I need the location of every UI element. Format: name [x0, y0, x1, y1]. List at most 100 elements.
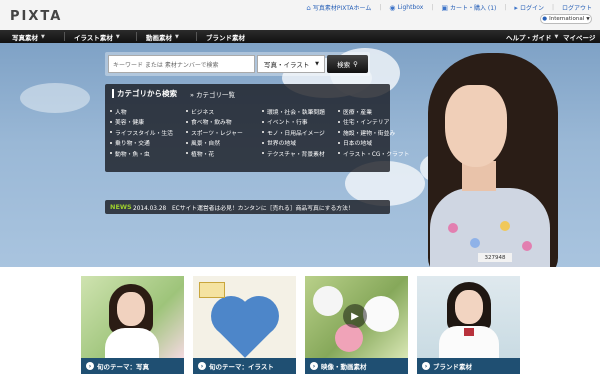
tile-seasonal-illust[interactable]: › 旬のテーマ：イラスト — [193, 276, 296, 374]
nav-divider — [196, 32, 197, 41]
nav-help[interactable]: ヘルプ・ガイド ▼ — [506, 30, 558, 43]
category-link[interactable]: 風景・自然 — [186, 138, 243, 149]
bullet-icon — [338, 141, 340, 144]
globe-icon: ● — [542, 16, 548, 22]
bullet-icon — [338, 120, 340, 123]
category-link[interactable]: 人物 — [110, 106, 173, 117]
category-link[interactable]: 食べ物・飲み物 — [186, 117, 243, 128]
chevron-down-icon: ▼ — [554, 33, 559, 40]
bullet-icon — [262, 152, 264, 155]
arrow-right-icon: › — [422, 362, 430, 370]
bullet-icon — [338, 152, 340, 155]
fathers-day-tag — [199, 282, 225, 298]
nav-video[interactable]: 動画素材 ▼ — [146, 30, 179, 43]
category-column: ビジネス 食べ物・飲み物 スポーツ・レジャー 風景・自然 植物・花 — [186, 106, 243, 159]
arrow-right-icon: › — [86, 362, 94, 370]
bullet-icon — [262, 110, 264, 113]
search-button[interactable]: 検索 ⚲ — [327, 55, 368, 73]
nav-brand[interactable]: ブランド素材 — [206, 30, 245, 43]
nav-photo[interactable]: 写真素材 ▼ — [12, 30, 45, 43]
category-link[interactable]: 環境・社会・執筆問題 — [262, 106, 325, 117]
bullet-icon — [262, 131, 264, 134]
flower-pattern — [500, 221, 510, 231]
cart-icon: ▣ — [441, 3, 448, 12]
tile-seasonal-photo[interactable]: › 旬のテーマ：写真 — [81, 276, 184, 374]
category-link[interactable]: 世界の地域 — [262, 138, 325, 149]
category-link[interactable]: スポーツ・レジャー — [186, 127, 243, 138]
category-column: 環境・社会・執筆問題 イベント・行事 モノ・日用品イメージ 世界の地域 テクスチ… — [262, 106, 325, 159]
search-input[interactable]: キーワード または 素材ナンバーで検索 — [108, 55, 255, 73]
flower-shape — [335, 324, 363, 352]
bullet-icon — [110, 110, 112, 113]
logout-link[interactable]: ログアウト — [562, 3, 592, 12]
tile-label: › 映像・動画素材 — [305, 358, 408, 374]
login-link[interactable]: ▸ ログイン — [514, 3, 544, 13]
tile-video[interactable]: ▶ › 映像・動画素材 — [305, 276, 408, 374]
category-link[interactable]: 美容・健康 — [110, 117, 173, 128]
flower-pattern — [470, 238, 480, 248]
category-link[interactable]: 医療・産業 — [338, 106, 409, 117]
category-link[interactable]: 植物・花 — [186, 148, 243, 159]
bullet-icon — [262, 141, 264, 144]
category-link[interactable]: モノ・日用品イメージ — [262, 127, 325, 138]
bullet-icon — [110, 152, 112, 155]
model-face — [455, 290, 483, 324]
category-all-link[interactable]: » カテゴリ一覧 — [190, 89, 235, 99]
chevron-down-icon: ▼ — [315, 61, 319, 67]
bullet-icon — [338, 131, 340, 134]
arrow-right-icon: › — [198, 362, 206, 370]
flower-shape — [313, 286, 343, 316]
category-link[interactable]: 日本の地域 — [338, 138, 409, 149]
separator: | — [431, 4, 434, 11]
main-nav: 写真素材 ▼ イラスト素材 ▼ 動画素材 ▼ ブランド素材 ヘルプ・ガイド ▼ マイペー… — [0, 30, 600, 43]
bullet-icon — [110, 120, 112, 123]
cart-link[interactable]: ▣ カート・購入 (1) — [441, 3, 496, 13]
nav-illust[interactable]: イラスト素材 ▼ — [74, 30, 120, 43]
bullet-icon — [186, 152, 188, 155]
language-select[interactable]: ● International ▼ — [540, 14, 592, 24]
tile-photo-image — [81, 276, 184, 358]
category-column: 人物 美容・健康 ライフスタイル・生活 乗り物・交通 動物・魚・虫 — [110, 106, 173, 159]
login-icon: ▸ — [514, 3, 518, 12]
home-link[interactable]: ⌂ 写真素材PIXTAホーム — [306, 3, 371, 13]
bullet-icon — [110, 141, 112, 144]
play-icon[interactable]: ▶ — [343, 304, 367, 328]
nav-divider — [64, 32, 65, 41]
model-face — [117, 292, 145, 326]
separator: | — [379, 4, 382, 11]
nav-mypage[interactable]: マイページ — [563, 30, 595, 43]
title-bar-mark — [112, 89, 114, 98]
pixta-logo[interactable]: PIXTA — [10, 9, 62, 24]
bullet-icon — [186, 141, 188, 144]
bullet-icon — [186, 131, 188, 134]
news-tag: NEWS — [110, 203, 132, 211]
category-link[interactable]: ビジネス — [186, 106, 243, 117]
chevron-down-icon: ▼ — [41, 33, 45, 40]
tile-brand[interactable]: › ブランド素材 — [417, 276, 520, 374]
uniform-ribbon — [464, 328, 474, 336]
news-link[interactable]: 2014.03.28 ECサイト運営者は必見！カンタンに［売れる］商品写真にする… — [133, 203, 354, 212]
search-type-select[interactable]: 写真・イラスト ▼ — [257, 55, 325, 73]
category-title: カテゴリから検索 — [112, 88, 177, 99]
lightbox-link[interactable]: ◉ Lightbox — [389, 4, 423, 12]
model-dress — [105, 328, 159, 358]
flower-shape — [363, 296, 399, 332]
category-link[interactable]: イラスト・CG・クラフト — [338, 148, 409, 159]
model-face — [445, 85, 507, 167]
bullet-icon — [262, 120, 264, 123]
nav-divider — [136, 32, 137, 41]
separator: | — [504, 4, 507, 11]
tile-brand-image — [417, 276, 520, 358]
flower-pattern — [448, 223, 458, 233]
category-link[interactable]: 乗り物・交通 — [110, 138, 173, 149]
category-link[interactable]: ライフスタイル・生活 — [110, 127, 173, 138]
house-icon: ⌂ — [306, 3, 311, 12]
chevron-down-icon: ▼ — [586, 16, 590, 22]
category-link[interactable]: 住宅・インテリア — [338, 117, 409, 128]
category-link[interactable]: 動物・魚・虫 — [110, 148, 173, 159]
flower-pattern — [522, 241, 532, 251]
lightbox-icon: ◉ — [389, 3, 396, 12]
category-link[interactable]: テクスチャ・背景素材 — [262, 148, 325, 159]
category-link[interactable]: イベント・行事 — [262, 117, 325, 128]
category-link[interactable]: 施設・建物・街並み — [338, 127, 409, 138]
